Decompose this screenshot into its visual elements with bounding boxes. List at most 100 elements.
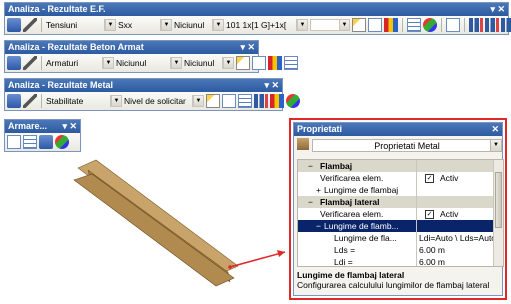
palette-icon[interactable] bbox=[423, 18, 437, 32]
properties-panel: Proprietati ✕ Proprietati Metal ▼ − Flambaj… bbox=[293, 122, 504, 296]
close-icon[interactable]: ✕ bbox=[491, 123, 499, 136]
row-value: Ldi=Auto \ Lds=Auto bbox=[419, 233, 497, 243]
row-name: Flambaj lateral bbox=[320, 197, 380, 207]
result-type-dropdown-arrow[interactable]: ▼ bbox=[104, 19, 116, 31]
description-text: Configurarea calculului lungimilor de fl… bbox=[297, 280, 490, 290]
filter1-label[interactable]: Niciunul bbox=[116, 58, 168, 68]
save-icon[interactable] bbox=[7, 94, 21, 108]
grid-icon[interactable] bbox=[407, 18, 421, 32]
checkbox-icon[interactable]: ✓ bbox=[425, 174, 434, 183]
armare-row bbox=[5, 133, 80, 151]
chart-icon[interactable] bbox=[222, 94, 236, 108]
filter1-dropdown-arrow[interactable]: ▼ bbox=[170, 57, 182, 69]
chart-icon[interactable] bbox=[252, 56, 266, 70]
toolbar-row: Armaturi ▼ Niciunul ▼ Niciunul ▼ bbox=[5, 54, 298, 72]
toolbar-controls[interactable]: ▾ ✕ bbox=[264, 79, 279, 92]
pen-icon[interactable] bbox=[23, 94, 37, 108]
component-dropdown-arrow[interactable]: ▼ bbox=[160, 19, 172, 31]
bars-x-icon[interactable] bbox=[485, 18, 499, 32]
color-scale-icon[interactable] bbox=[384, 18, 398, 32]
scrollbar-thumb[interactable] bbox=[495, 172, 502, 228]
toolbar-rezultate-beton: Analiza - Rezultate Beton Armat ▾ ✕ Armat… bbox=[4, 40, 298, 73]
filter2-label[interactable]: Niciunul bbox=[184, 58, 220, 68]
grid-icon[interactable] bbox=[284, 56, 298, 70]
row-lungime-lateral-selected[interactable]: − Lungime de flamb... bbox=[298, 220, 503, 232]
palette-icon[interactable] bbox=[286, 94, 300, 108]
load-case-dropdown-arrow[interactable]: ▼ bbox=[296, 19, 308, 31]
select-arrow-icon[interactable] bbox=[352, 18, 366, 32]
rebar-edit-icon[interactable] bbox=[55, 135, 69, 149]
separator bbox=[41, 94, 42, 108]
link-arrow-dot bbox=[228, 265, 232, 269]
separator bbox=[41, 56, 42, 70]
row-name: Verificarea elem. bbox=[320, 209, 384, 219]
row-value: Activ bbox=[440, 173, 459, 183]
select-arrow-icon[interactable] bbox=[206, 94, 220, 108]
row-value: Activ bbox=[440, 209, 459, 219]
toolbar-rezultate-ef: Analiza - Rezultate E.F. ▾ ✕ Tensiuni ▼ S… bbox=[4, 2, 511, 35]
bars-icon[interactable] bbox=[254, 94, 268, 108]
row-lungime[interactable]: + Lungime de flambaj bbox=[298, 184, 503, 196]
color-scale-icon[interactable] bbox=[268, 56, 282, 70]
color-scale-icon[interactable] bbox=[270, 94, 284, 108]
row-lungime-fla[interactable]: Lungime de fla... Ldi=Auto \ Lds=Auto bbox=[298, 232, 503, 244]
row-lds[interactable]: Lds = 6.00 m bbox=[298, 244, 503, 256]
row-value: 6.00 m bbox=[419, 257, 445, 267]
save-icon[interactable] bbox=[7, 56, 21, 70]
select-arrow-icon[interactable] bbox=[236, 56, 250, 70]
filter-dropdown-arrow[interactable]: ▼ bbox=[212, 19, 224, 31]
toolbar-controls[interactable]: ▾ ✕ bbox=[240, 41, 255, 54]
properties-panel-highlight: Proprietati ✕ Proprietati Metal ▼ − Flambaj… bbox=[289, 118, 507, 300]
row-flambaj[interactable]: − Flambaj bbox=[298, 160, 503, 172]
link-arrow-head bbox=[277, 250, 285, 257]
filter-label[interactable]: Niciunul bbox=[174, 20, 210, 30]
toolbar-title[interactable]: Analiza - Rezultate Beton Armat ▾ ✕ bbox=[5, 41, 258, 54]
description-title: Lungime de flambaj lateral bbox=[297, 270, 405, 280]
stress-level-label[interactable]: Nivel de solicitar bbox=[124, 96, 190, 106]
properties-type-dropdown[interactable]: Proprietati Metal ▼ bbox=[312, 139, 502, 152]
properties-title[interactable]: Proprietati ✕ bbox=[294, 123, 502, 136]
rebar-label[interactable]: Armaturi bbox=[46, 58, 100, 68]
rebar-icon[interactable] bbox=[7, 135, 21, 149]
row-verificare[interactable]: Verificarea elem. ✓ Activ bbox=[298, 172, 503, 184]
component-label[interactable]: Sxx bbox=[118, 20, 158, 30]
toolbar-row: Stabilitate ▼ Nivel de solicitar ▼ bbox=[5, 92, 300, 110]
toolbar-controls[interactable]: ▾ ✕ bbox=[62, 120, 77, 133]
toolbar-title[interactable]: Analiza - Rezultate E.F. ▾ ✕ bbox=[5, 3, 508, 16]
beam-top-flange bbox=[77, 159, 239, 275]
row-ldi[interactable]: Ldi = 6.00 m bbox=[298, 256, 503, 267]
filter2-dropdown-arrow[interactable]: ▼ bbox=[222, 57, 234, 69]
check-type-dropdown-arrow[interactable]: ▼ bbox=[110, 95, 122, 107]
row-name: Ldi = bbox=[334, 257, 353, 267]
bars-y-icon[interactable] bbox=[501, 18, 511, 32]
row-name: Lungime de flamb... bbox=[324, 221, 399, 231]
grid-icon[interactable] bbox=[238, 94, 252, 108]
extra-dropdown[interactable]: ▼ bbox=[310, 19, 350, 31]
bars-icon[interactable] bbox=[469, 18, 483, 32]
stress-level-dropdown-arrow[interactable]: ▼ bbox=[192, 95, 204, 107]
beam-icon bbox=[297, 138, 309, 150]
pen-icon[interactable] bbox=[23, 56, 37, 70]
grid-scrollbar[interactable] bbox=[493, 160, 503, 266]
diagram-icon[interactable] bbox=[446, 18, 460, 32]
steel-beam-viewport[interactable] bbox=[70, 150, 290, 290]
check-type-label[interactable]: Stabilitate bbox=[46, 96, 108, 106]
separator bbox=[402, 18, 403, 32]
pen-icon[interactable] bbox=[23, 18, 37, 32]
row-flambaj-lateral[interactable]: − Flambaj lateral bbox=[298, 196, 503, 208]
load-case-label[interactable]: 101 1x[1 G]+1x[ bbox=[226, 20, 294, 30]
armare-title[interactable]: Armare... ▾ ✕ bbox=[5, 120, 80, 133]
row-verificare-lateral[interactable]: Verificarea elem. ✓ Activ bbox=[298, 208, 503, 220]
toolbar-controls[interactable]: ▾ ✕ bbox=[490, 3, 505, 16]
result-type-label[interactable]: Tensiuni bbox=[46, 20, 102, 30]
rebar-dropdown-arrow[interactable]: ▼ bbox=[102, 57, 114, 69]
row-value: 6.00 m bbox=[419, 245, 445, 255]
row-name: Lds = bbox=[334, 245, 356, 255]
row-name: Lungime de flambaj bbox=[324, 185, 399, 195]
rebar-save-icon[interactable] bbox=[39, 135, 53, 149]
save-icon[interactable] bbox=[7, 18, 21, 32]
rebar-grid-icon[interactable] bbox=[23, 135, 37, 149]
toolbar-title[interactable]: Analiza - Rezultate Metal ▾ ✕ bbox=[5, 79, 282, 92]
chart-icon[interactable] bbox=[368, 18, 382, 32]
checkbox-icon[interactable]: ✓ bbox=[425, 210, 434, 219]
